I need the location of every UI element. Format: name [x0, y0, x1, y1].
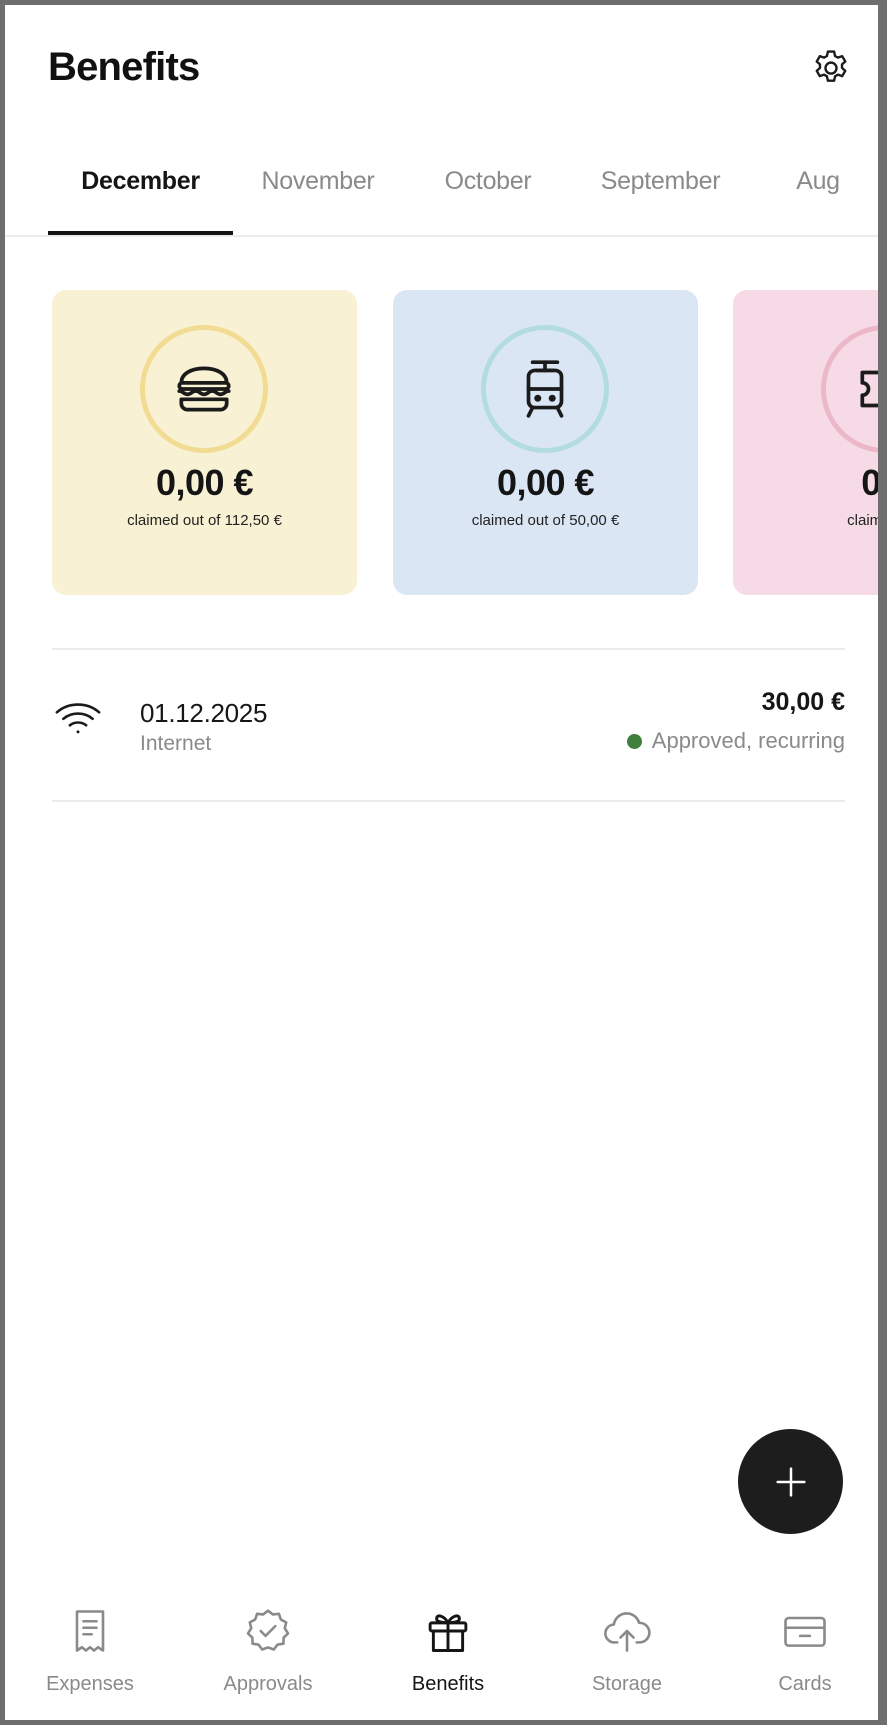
benefit-amount: 0,00 € [496, 462, 595, 503]
cloud-upload-icon [604, 1612, 651, 1652]
tab-october[interactable]: October [403, 145, 573, 235]
nav-storage[interactable]: Storage [547, 1595, 707, 1715]
benefit-amount: 0,0 [861, 462, 882, 503]
add-claim-button[interactable] [738, 1429, 843, 1534]
nav-label: Approvals [223, 1673, 313, 1695]
page-title: Benefits [48, 45, 200, 89]
benefit-subtitle: claimed out [847, 512, 883, 529]
benefit-icon-ring [140, 325, 268, 453]
month-tabs: December November October September Aug [48, 145, 882, 235]
nav-approvals[interactable]: Approvals [188, 1595, 348, 1715]
receipt-icon [75, 1610, 105, 1652]
nav-label: Expenses [46, 1673, 134, 1695]
benefit-card-transport[interactable]: 0,00 € claimed out of 50,00 € [393, 290, 698, 595]
benefit-amount: 0,00 € [155, 462, 254, 503]
nav-label: Storage [591, 1673, 663, 1695]
bottom-navigation: Expenses Approvals Benefits Storage Card… [5, 1595, 882, 1720]
tab-december[interactable]: December [48, 145, 233, 235]
app-screen: Benefits December November October Septe… [0, 0, 887, 1725]
benefit-cards: 0,00 € claimed out of 112,50 € 0,00 € cl [5, 290, 883, 595]
claim-status: Approved, recurring [626, 728, 845, 754]
card-icon [784, 1616, 826, 1647]
burger-icon [177, 366, 231, 412]
claim-row[interactable]: 01.12.2025 Internet 30,00 € Approved, re… [52, 650, 845, 800]
benefit-icon-ring [481, 325, 609, 453]
benefit-subtitle: claimed out of 50,00 € [471, 512, 620, 529]
claim-amount: 30,00 € [761, 688, 845, 716]
tab-august[interactable]: Aug [748, 145, 882, 235]
claim-status-label: Approved, recurring [651, 728, 845, 753]
nav-expenses[interactable]: Expenses [10, 1595, 170, 1715]
claim-date: 01.12.2025 [140, 698, 268, 728]
ticket-icon [860, 370, 882, 408]
tabs-divider [5, 235, 882, 237]
nav-cards[interactable]: Cards [725, 1595, 882, 1715]
benefit-card-leisure[interactable]: 0,0 claimed out [733, 290, 883, 595]
benefit-icon-ring [821, 325, 882, 453]
tab-september[interactable]: September [573, 145, 748, 235]
nav-label: Cards [778, 1673, 832, 1695]
claim-category: Internet [140, 732, 212, 755]
gift-icon [428, 1614, 468, 1652]
gear-icon [815, 50, 847, 82]
list-divider [52, 800, 845, 802]
tab-november[interactable]: November [233, 145, 403, 235]
benefit-subtitle: claimed out of 112,50 € [127, 512, 282, 529]
plus-icon [775, 1466, 806, 1497]
status-dot-icon [626, 733, 642, 749]
tram-icon [526, 360, 564, 418]
nav-label: Benefits [411, 1673, 485, 1695]
benefit-card-meal[interactable]: 0,00 € claimed out of 112,50 € [52, 290, 357, 595]
settings-button[interactable] [807, 45, 855, 93]
wifi-icon [55, 703, 101, 734]
badge-check-icon [246, 1609, 290, 1651]
nav-benefits[interactable]: Benefits [368, 1595, 528, 1715]
